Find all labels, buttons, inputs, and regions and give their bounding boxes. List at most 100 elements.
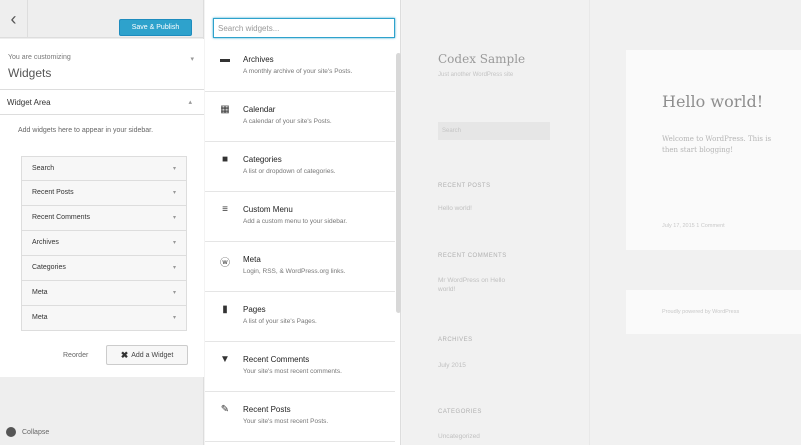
- collapse-label: Collapse: [22, 429, 50, 436]
- customizer-sidebar: ‹ Save & Publish You are customizing Wid…: [0, 0, 204, 445]
- scroll-thumb[interactable]: [396, 53, 401, 313]
- wordpress-icon: ⓦ: [220, 258, 230, 269]
- available-widget-item[interactable]: ✎ Recent Posts Your site's most recent P…: [205, 392, 395, 442]
- expand-arrow-icon[interactable]: ▾: [173, 314, 176, 321]
- widget-title: Recent Comments: [243, 355, 310, 364]
- customizing-label: You are customizing: [8, 54, 71, 61]
- archive-link[interactable]: July 2015: [438, 361, 538, 370]
- expand-arrow-icon[interactable]: ▾: [173, 289, 176, 296]
- collapse-button[interactable]: Collapse: [0, 420, 204, 445]
- widget-description: Add a custom menu to your sidebar.: [243, 218, 348, 225]
- widget-description: A calendar of your site's Posts.: [243, 118, 332, 125]
- post-card: Hello world! Welcome to WordPress. This …: [626, 50, 801, 250]
- widget-area-description: Add widgets here to appear in your sideb…: [18, 127, 154, 134]
- category-link[interactable]: Uncategorized: [438, 432, 538, 441]
- widget-name: Search: [32, 165, 55, 172]
- widget-area-header[interactable]: Widget Area ▴: [0, 90, 204, 115]
- back-button[interactable]: ‹: [0, 0, 28, 38]
- site-preview: Codex Sample Just another WordPress site…: [402, 0, 801, 445]
- calendar-icon: ▦: [220, 104, 230, 115]
- comment-icon: ▼: [220, 354, 230, 365]
- close-icon: ✖: [120, 349, 129, 360]
- expand-arrow-icon[interactable]: ▾: [173, 189, 176, 196]
- widget-title: Recent Posts: [243, 405, 291, 414]
- customizer-header: ‹ Save & Publish: [0, 0, 203, 38]
- info-toggle-icon[interactable]: ▾: [190, 55, 194, 63]
- widget-area-title: Widget Area: [7, 98, 51, 107]
- widgets-scrollbar[interactable]: [396, 45, 401, 445]
- widget-item[interactable]: Recent Posts ▾: [21, 181, 187, 206]
- recent-post-link[interactable]: Hello world!: [438, 204, 538, 213]
- post-meta[interactable]: July 17, 2015 1 Comment: [662, 223, 725, 229]
- pin-icon: ✎: [220, 404, 230, 415]
- post-body-line: Welcome to WordPress. This is: [662, 135, 772, 143]
- widget-list: Search ▾ Recent Posts ▾ Recent Comments …: [21, 156, 187, 331]
- expand-arrow-icon[interactable]: ▾: [173, 264, 176, 271]
- widget-title: Custom Menu: [243, 205, 293, 214]
- widget-area-panel: Add widgets here to appear in your sideb…: [0, 115, 204, 377]
- available-widget-item[interactable]: ⓦ Meta Login, RSS, & WordPress.org links…: [205, 242, 395, 292]
- post-title[interactable]: Hello world!: [662, 92, 763, 111]
- widget-title: Calendar: [243, 105, 276, 114]
- widget-name: Categories: [32, 264, 66, 271]
- site-footer: Proudly powered by WordPress: [626, 290, 801, 334]
- widget-name: Meta: [32, 314, 48, 321]
- widget-item[interactable]: Categories ▾: [21, 256, 187, 281]
- widget-description: A list of your site's Pages.: [243, 318, 317, 325]
- categories-heading: CATEGORIES: [438, 409, 482, 415]
- recent-comments-heading: RECENT COMMENTS: [438, 253, 507, 259]
- collapse-arrow-icon[interactable]: ▴: [188, 98, 192, 106]
- widget-item[interactable]: Meta ▾: [21, 281, 187, 306]
- customizer-info-section[interactable]: You are customizing Widgets ▾: [0, 39, 204, 90]
- widget-title: Categories: [243, 155, 282, 164]
- archive-icon: ▬: [220, 54, 230, 65]
- post-body: Welcome to WordPress. This is then start…: [662, 134, 801, 156]
- expand-arrow-icon[interactable]: ▾: [173, 214, 176, 221]
- widget-description: Your site's most recent Posts.: [243, 418, 329, 425]
- preview-sidebar: Codex Sample Just another WordPress site…: [402, 0, 590, 445]
- chevron-left-icon: ‹: [10, 8, 17, 29]
- add-widget-label: Add a Widget: [131, 351, 174, 359]
- widget-name: Archives: [32, 239, 59, 246]
- site-description: Just another WordPress site: [438, 72, 514, 78]
- save-publish-button[interactable]: Save & Publish: [119, 19, 192, 36]
- widget-item[interactable]: Recent Comments ▾: [21, 206, 187, 231]
- widget-description: A list or dropdown of categories.: [243, 168, 336, 175]
- post-body-line: then start blogging!: [662, 146, 734, 154]
- available-widget-item[interactable]: ■ Categories A list or dropdown of categ…: [205, 142, 395, 192]
- available-widget-list: ▬ Archives A monthly archive of your sit…: [205, 42, 395, 442]
- archives-heading: ARCHIVES: [438, 337, 473, 343]
- preview-search-input[interactable]: Search: [438, 122, 550, 140]
- available-widget-item[interactable]: ▦ Calendar A calendar of your site's Pos…: [205, 92, 395, 142]
- widget-description: A monthly archive of your site's Posts.: [243, 68, 353, 75]
- widget-title: Pages: [243, 305, 266, 314]
- add-widget-button[interactable]: ✖ Add a Widget: [106, 345, 188, 365]
- widget-description: Your site's most recent comments.: [243, 368, 342, 375]
- widget-description: Login, RSS, & WordPress.org links.: [243, 268, 346, 275]
- available-widget-item[interactable]: ▼ Recent Comments Your site's most recen…: [205, 342, 395, 392]
- folder-icon: ■: [221, 154, 229, 165]
- section-title: Widgets: [8, 66, 52, 80]
- recent-comment-link[interactable]: Mr WordPress on Hello world!: [438, 276, 524, 294]
- widget-name: Recent Posts: [32, 189, 74, 196]
- footer-text[interactable]: Proudly powered by WordPress: [662, 309, 739, 315]
- available-widget-item[interactable]: ▬ Archives A monthly archive of your sit…: [205, 42, 395, 92]
- widget-name: Meta: [32, 289, 48, 296]
- recent-posts-heading: RECENT POSTS: [438, 183, 491, 189]
- site-title[interactable]: Codex Sample: [438, 52, 525, 66]
- widget-item[interactable]: Search ▾: [21, 156, 187, 181]
- reorder-link[interactable]: Reorder: [63, 352, 88, 359]
- widget-search-input[interactable]: [213, 18, 395, 38]
- widget-title: Meta: [243, 255, 261, 264]
- widget-title: Archives: [243, 55, 274, 64]
- collapse-icon: [6, 427, 16, 437]
- widget-item[interactable]: Archives ▾: [21, 231, 187, 256]
- available-widgets-panel: ▬ Archives A monthly archive of your sit…: [205, 0, 401, 445]
- widget-item[interactable]: Meta ▾: [21, 306, 187, 331]
- available-widget-item[interactable]: ▮ Pages A list of your site's Pages.: [205, 292, 395, 342]
- expand-arrow-icon[interactable]: ▾: [173, 239, 176, 246]
- menu-icon: ≡: [222, 204, 228, 215]
- available-widget-item[interactable]: ≡ Custom Menu Add a custom menu to your …: [205, 192, 395, 242]
- pages-icon: ▮: [222, 304, 228, 315]
- expand-arrow-icon[interactable]: ▾: [173, 165, 176, 172]
